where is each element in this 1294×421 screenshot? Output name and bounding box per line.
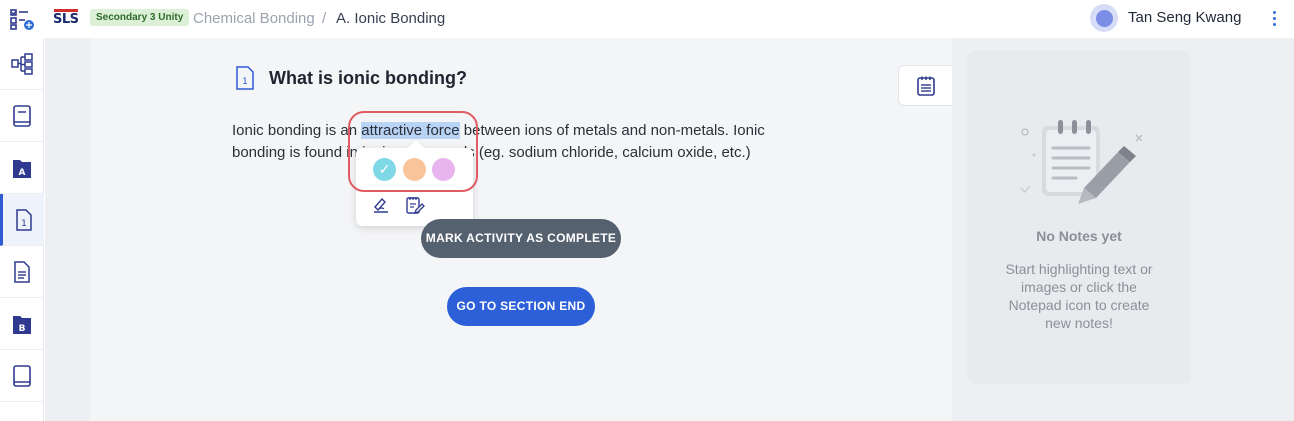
more-options-icon[interactable] [1266, 8, 1284, 28]
sidebar-item-activity-1[interactable]: 1 [0, 194, 44, 246]
activity-title: What is ionic bonding? [269, 68, 467, 88]
breadcrumb-separator: / [322, 10, 327, 27]
breadcrumb-section: A. Ionic Bonding [336, 10, 446, 27]
notepad-toggle[interactable] [898, 65, 952, 106]
top-header: SLS Secondary 3 Unity Chemical Bonding /… [0, 0, 1294, 38]
notes-empty-title: No Notes yet [1036, 228, 1122, 244]
check-icon: ✓ [378, 161, 391, 177]
avatar[interactable] [1090, 4, 1118, 32]
breadcrumb-lesson[interactable]: Chemical Bonding [193, 10, 315, 27]
notepad-icon [916, 76, 935, 96]
section-a-icon: A [13, 159, 31, 178]
activity-1-icon: 1 [15, 208, 32, 231]
sls-logo[interactable]: SLS [53, 9, 81, 29]
sidebar-item-book[interactable] [0, 90, 44, 142]
notes-empty-description: Start highlighting text or images or cli… [1005, 261, 1153, 331]
sidebar-item-section-b[interactable]: B [0, 298, 44, 350]
lesson-menu-icon[interactable] [8, 6, 36, 32]
mark-activity-complete-button[interactable]: MARK ACTIVITY AS COMPLETE [421, 219, 621, 258]
highlight-color-orange[interactable] [403, 158, 426, 181]
add-to-notes-icon[interactable] [405, 195, 425, 215]
book-icon [13, 104, 31, 127]
go-to-section-end-button[interactable]: GO TO SECTION END [447, 287, 595, 326]
user-name[interactable]: Tan Seng Kwang [1128, 9, 1241, 26]
sidebar-item-document[interactable] [0, 246, 44, 298]
lesson-map-icon [11, 52, 33, 75]
sidebar-item-book-end[interactable] [0, 350, 44, 402]
empty-notes-illustration-icon [1020, 120, 1143, 204]
sidebar-item-section-a[interactable]: A [0, 142, 44, 194]
highlight-color-cyan[interactable]: ✓ [373, 158, 396, 181]
highlight-color-pink[interactable] [432, 158, 455, 181]
book-end-icon [13, 364, 31, 387]
annotate-icon[interactable] [371, 195, 391, 215]
svg-text:1: 1 [21, 219, 27, 229]
svg-text:B: B [19, 324, 26, 334]
class-badge: Secondary 3 Unity [90, 9, 190, 26]
notes-empty-card [967, 51, 1191, 384]
section-b-icon: B [13, 315, 31, 334]
svg-text:1: 1 [242, 77, 248, 87]
lesson-sidebar: A 1 B [0, 38, 44, 421]
activity-number-icon: 1 [236, 66, 254, 90]
text-before: Ionic bonding is an [232, 122, 362, 139]
sidebar-item-lesson-map[interactable] [0, 38, 44, 90]
svg-text:A: A [19, 168, 26, 178]
document-icon [14, 260, 30, 283]
activity-text[interactable]: Ionic bonding is an attractive force bet… [232, 120, 792, 164]
highlighted-text[interactable]: attractive force [361, 122, 460, 139]
